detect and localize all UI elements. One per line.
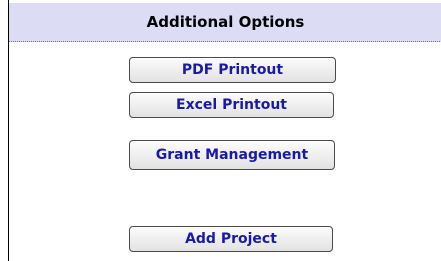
pdf-printout-label: PDF Printout	[181, 62, 284, 78]
add-project-label: Add Project	[185, 231, 277, 247]
panel-title: Additional Options	[146, 13, 305, 31]
add-project-button[interactable]: Add Project	[129, 226, 333, 252]
grant-management-button[interactable]: Grant Management	[129, 140, 335, 170]
pdf-printout-button[interactable]: PDF Printout	[129, 57, 336, 83]
excel-printout-button[interactable]: Excel Printout	[129, 92, 334, 118]
additional-options-panel: Additional Options PDF Printout Excel Pr…	[8, 0, 441, 261]
panel-header: Additional Options	[9, 3, 441, 42]
excel-printout-label: Excel Printout	[176, 97, 287, 113]
grant-management-label: Grant Management	[155, 147, 309, 163]
